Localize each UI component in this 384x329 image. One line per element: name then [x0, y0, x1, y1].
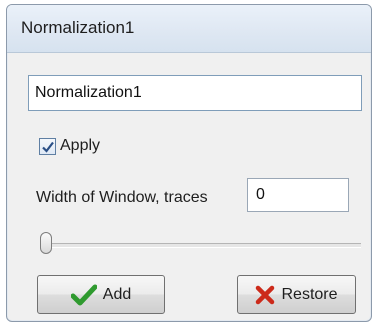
- add-button[interactable]: Add: [37, 275, 165, 314]
- window-title: Normalization1: [21, 18, 135, 37]
- dialog-window: Normalization1 Apply Width of Window, tr…: [6, 4, 372, 322]
- restore-button-label: Restore: [281, 285, 338, 303]
- width-slider-track[interactable]: [41, 243, 361, 248]
- width-of-window-label: Width of Window, traces: [36, 189, 208, 206]
- checkmark-icon: [42, 141, 54, 153]
- name-input[interactable]: [28, 75, 362, 111]
- restore-button[interactable]: Restore: [237, 275, 356, 314]
- checkmark-icon: [70, 284, 97, 305]
- apply-checkbox[interactable]: [39, 137, 56, 155]
- width-slider-thumb[interactable]: [40, 232, 52, 254]
- add-button-label: Add: [102, 285, 132, 303]
- x-icon: [256, 285, 275, 304]
- apply-label: Apply: [60, 137, 101, 154]
- width-of-window-field[interactable]: [247, 178, 349, 212]
- title-bar[interactable]: Normalization1: [7, 5, 371, 53]
- apply-checkbox-row[interactable]: Apply: [39, 137, 100, 155]
